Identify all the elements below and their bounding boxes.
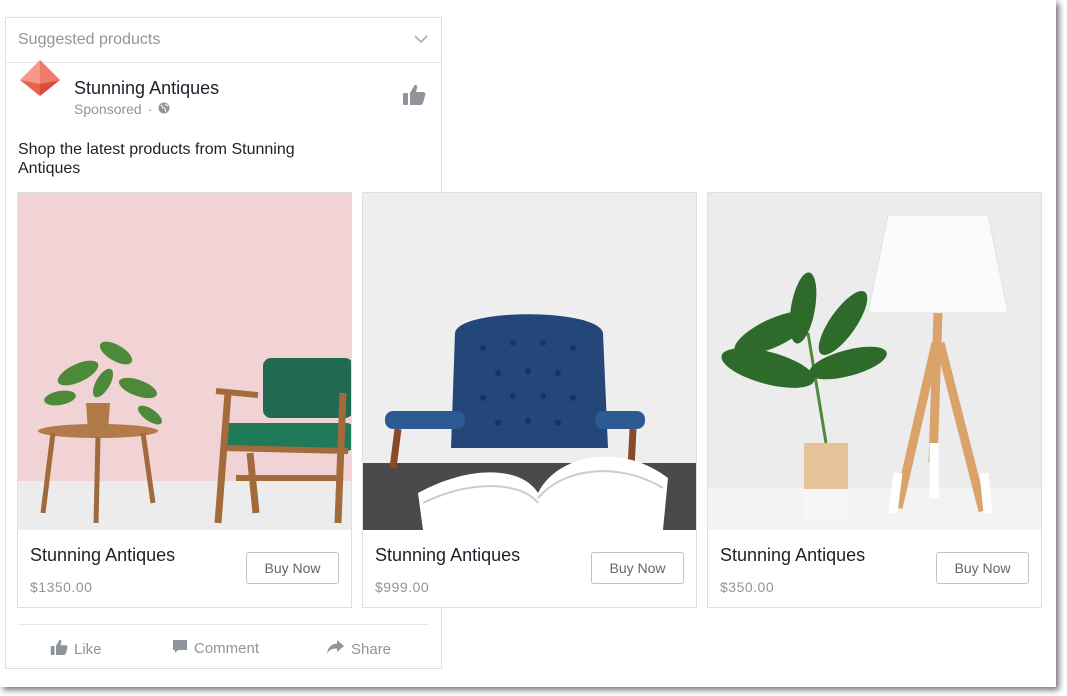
product-card[interactable]: Stunning Antiques $999.00 Buy Now	[362, 192, 697, 608]
product-name[interactable]: Stunning Antiques	[30, 545, 175, 566]
like-button[interactable]: Like	[50, 639, 102, 660]
screenshot-canvas: Suggested products Stunning Antiques Spo…	[0, 0, 1056, 687]
action-bar: Like Comment Share	[18, 624, 428, 669]
product-price: $1350.00	[30, 579, 93, 595]
product-name[interactable]: Stunning Antiques	[720, 545, 865, 566]
like-label: Like	[74, 641, 102, 658]
globe-icon	[158, 101, 170, 117]
page-name[interactable]: Stunning Antiques	[74, 78, 219, 99]
pyramid-logo-icon[interactable]	[18, 58, 62, 102]
card-header: Suggested products	[6, 18, 441, 63]
buy-now-button[interactable]: Buy Now	[936, 552, 1029, 584]
buy-now-button[interactable]: Buy Now	[246, 552, 339, 584]
thumbs-up-icon	[50, 639, 68, 660]
sponsored-label[interactable]: Sponsored	[74, 101, 142, 117]
share-label: Share	[351, 640, 392, 658]
share-button[interactable]: Share	[326, 639, 391, 659]
sponsored-line: Sponsored ·	[74, 101, 170, 117]
product-price: $350.00	[720, 579, 775, 595]
comment-button[interactable]: Comment	[172, 639, 259, 658]
product-price: $999.00	[375, 579, 430, 595]
buy-now-button[interactable]: Buy Now	[591, 552, 684, 584]
product-name[interactable]: Stunning Antiques	[375, 545, 520, 566]
comment-label: Comment	[194, 640, 260, 657]
product-image-chair[interactable]	[18, 193, 351, 530]
comment-icon	[172, 639, 188, 658]
separator: ·	[147, 101, 153, 117]
post-description: Shop the latest products from Stunning A…	[18, 141, 295, 177]
product-image-lamp[interactable]	[708, 193, 1041, 530]
product-card[interactable]: Stunning Antiques $350.00 Buy Now	[707, 192, 1042, 608]
share-icon	[326, 639, 345, 659]
chevron-down-icon[interactable]	[413, 32, 429, 50]
thumbs-up-icon[interactable]	[402, 84, 426, 111]
product-card[interactable]: Stunning Antiques $1350.00 Buy Now	[17, 192, 352, 608]
product-image-armchair[interactable]	[363, 193, 696, 530]
card-header-title: Suggested products	[18, 31, 161, 48]
